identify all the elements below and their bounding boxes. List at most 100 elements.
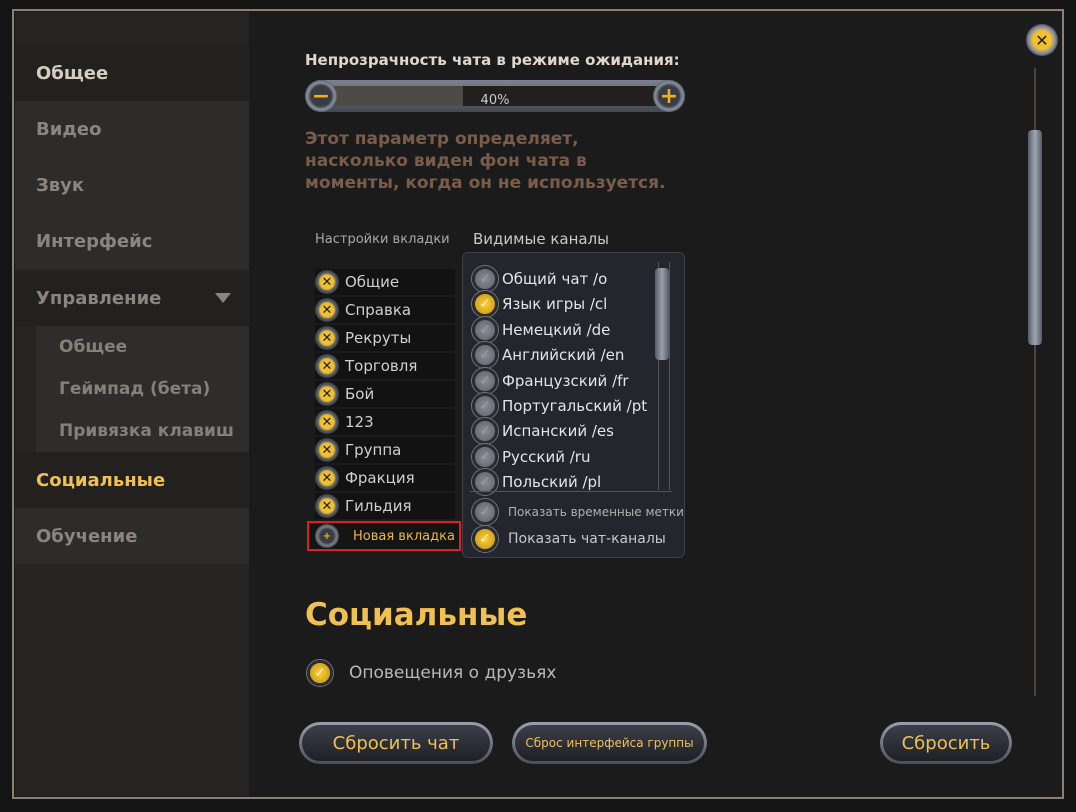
channel-label: Общий чат /o xyxy=(502,270,608,288)
opacity-slider[interactable]: 40% − + xyxy=(305,80,685,112)
friend-notifications-checkbox[interactable]: ✓ Оповещения о друзьях xyxy=(307,660,556,686)
channel-label: Русский /ru xyxy=(502,447,591,466)
opacity-description: Этот параметр определяет, насколько виде… xyxy=(305,129,666,193)
channel-label: Английский /en xyxy=(502,346,625,365)
checkmark-icon: ✓ xyxy=(472,342,498,369)
sidebar-subitem[interactable]: Привязка клавиш xyxy=(36,410,249,452)
checkmark-icon: ✓ xyxy=(472,266,498,292)
slider-value: 40% xyxy=(480,93,510,108)
show-timestamps-label: Показать временные метки xyxy=(508,505,684,519)
new-tab-button[interactable]: + Новая вкладка xyxy=(307,521,461,551)
sidebar-item[interactable]: Социальные xyxy=(15,452,249,508)
chat-tab-label: Общие xyxy=(345,273,400,291)
remove-tab-icon[interactable]: ✕ xyxy=(315,326,339,350)
checkmark-icon: ✓ xyxy=(472,291,498,318)
remove-tab-icon[interactable]: ✕ xyxy=(315,410,339,434)
channel-label: Немецкий /de xyxy=(502,320,611,339)
channel-checkbox[interactable]: ✓ Русский /ru xyxy=(472,443,591,470)
show-timestamps-checkbox[interactable]: ✓ Показать временные метки xyxy=(472,499,684,525)
show-channels-checkbox[interactable]: ✓ Показать чат-каналы xyxy=(472,526,666,552)
chat-tab-label: Фракция xyxy=(345,469,415,487)
remove-tab-icon[interactable]: ✕ xyxy=(315,438,339,462)
channel-label: Язык игры /cl xyxy=(502,295,608,314)
opacity-label: Непрозрачность чата в режиме ожидания: xyxy=(305,51,680,69)
sidebar-item-label: Обучение xyxy=(36,525,138,547)
checkmark-icon: ✓ xyxy=(472,418,498,445)
chat-tab-label: 123 xyxy=(345,413,374,431)
chat-tab[interactable]: ✕ Группа xyxy=(315,437,455,463)
sidebar-item[interactable]: Общее xyxy=(15,45,249,101)
sidebar-subitem-label: Геймпад (бета) xyxy=(59,379,211,399)
chat-tab-label: Группа xyxy=(345,441,402,459)
sidebar-item-label: Видео xyxy=(36,118,102,140)
sidebar-subitem-label: Общее xyxy=(59,337,128,357)
chat-tab-label: Рекруты xyxy=(345,329,412,347)
chat-tab[interactable]: ✕ Справка xyxy=(315,297,455,323)
sidebar-subitem-label: Привязка клавиш xyxy=(59,421,234,441)
chat-tab[interactable]: ✕ Гильдия xyxy=(315,493,455,519)
sidebar-subitem[interactable]: Общее xyxy=(36,326,249,368)
reset-group-ui-button[interactable]: Сброс интерфейса группы xyxy=(512,722,707,764)
chat-tab[interactable]: ✕ 123 xyxy=(315,409,455,435)
slider-track[interactable]: 40% xyxy=(333,86,657,108)
checkmark-icon: ✓ xyxy=(472,393,498,419)
chat-tab-label: Гильдия xyxy=(345,497,412,515)
chat-tab[interactable]: ✕ Бой xyxy=(315,381,455,407)
channel-label: Испанский /es xyxy=(502,422,614,441)
chat-tab-label: Справка xyxy=(345,301,412,319)
reset-chat-button[interactable]: Сбросить чат xyxy=(299,722,493,764)
sidebar-subitem[interactable]: Геймпад (бета) xyxy=(36,368,249,410)
channel-checkbox[interactable]: ✓ Общий чат /o xyxy=(472,266,607,292)
sidebar-item[interactable]: Звук xyxy=(15,157,249,213)
close-icon[interactable]: ✕ xyxy=(1026,24,1058,56)
sidebar-item-label: Управление xyxy=(36,287,162,309)
remove-tab-icon[interactable]: ✕ xyxy=(315,382,339,406)
visible-channels-header: Видимые каналы xyxy=(473,230,609,248)
plus-icon[interactable]: + xyxy=(653,80,685,112)
checkmark-icon: ✓ xyxy=(472,443,498,470)
chat-tab-label: Бой xyxy=(345,385,375,403)
sidebar-item[interactable]: Видео xyxy=(15,101,249,157)
channel-checkbox[interactable]: ✓ Французский /fr xyxy=(472,367,629,394)
remove-tab-icon[interactable]: ✕ xyxy=(315,354,339,378)
checkmark-icon: ✓ xyxy=(472,316,498,343)
chevron-down-icon xyxy=(215,293,231,303)
channel-checkbox[interactable]: ✓ Португальский /pt xyxy=(472,393,647,419)
tab-settings-header: Настройки вкладки xyxy=(315,232,450,247)
divider xyxy=(470,491,672,492)
checkmark-icon: ✓ xyxy=(472,367,498,394)
show-channels-label: Показать чат-каналы xyxy=(508,531,666,547)
sidebar-item-label: Общее xyxy=(36,62,109,84)
remove-tab-icon[interactable]: ✕ xyxy=(315,466,339,490)
channel-label: Французский /fr xyxy=(502,371,629,390)
sidebar-item[interactable]: Интерфейс xyxy=(15,213,249,269)
main-scroll-thumb[interactable] xyxy=(1028,130,1042,345)
sidebar-item[interactable]: Обучение xyxy=(15,508,249,564)
remove-tab-icon[interactable]: ✕ xyxy=(315,494,339,518)
minus-icon[interactable]: − xyxy=(305,80,337,112)
checkmark-icon: ✓ xyxy=(472,526,498,552)
checkmark-icon: ✓ xyxy=(472,499,498,525)
chat-tab[interactable]: ✕ Рекруты xyxy=(315,325,455,351)
remove-tab-icon[interactable]: ✕ xyxy=(315,270,339,294)
add-icon: + xyxy=(315,524,339,548)
channel-checkbox[interactable]: ✓ Язык игры /cl xyxy=(472,291,608,318)
sidebar-item-label: Звук xyxy=(36,174,85,196)
social-title: Социальные xyxy=(305,597,528,633)
sidebar-item[interactable]: Управление xyxy=(15,270,249,326)
chat-tab[interactable]: ✕ Общие xyxy=(315,269,455,295)
channel-checkbox[interactable]: ✓ Английский /en xyxy=(472,342,625,369)
reset-button[interactable]: Сбросить xyxy=(880,722,1012,764)
channel-label: Польский /pl xyxy=(502,473,602,492)
remove-tab-icon[interactable]: ✕ xyxy=(315,298,339,322)
chat-tab[interactable]: ✕ Фракция xyxy=(315,465,455,491)
channel-checkbox[interactable]: ✓ Немецкий /de xyxy=(472,316,611,343)
channel-label: Португальский /pt xyxy=(502,397,648,415)
new-tab-label: Новая вкладка xyxy=(353,528,455,544)
sidebar-item-label: Социальные xyxy=(36,469,166,491)
channel-checkbox[interactable]: ✓ Испанский /es xyxy=(472,418,614,445)
channels-scroll-thumb[interactable] xyxy=(655,268,669,360)
chat-tab[interactable]: ✕ Торговля xyxy=(315,353,455,379)
sidebar-item-label: Интерфейс xyxy=(36,230,153,252)
friend-notifications-label: Оповещения о друзьях xyxy=(349,663,557,683)
